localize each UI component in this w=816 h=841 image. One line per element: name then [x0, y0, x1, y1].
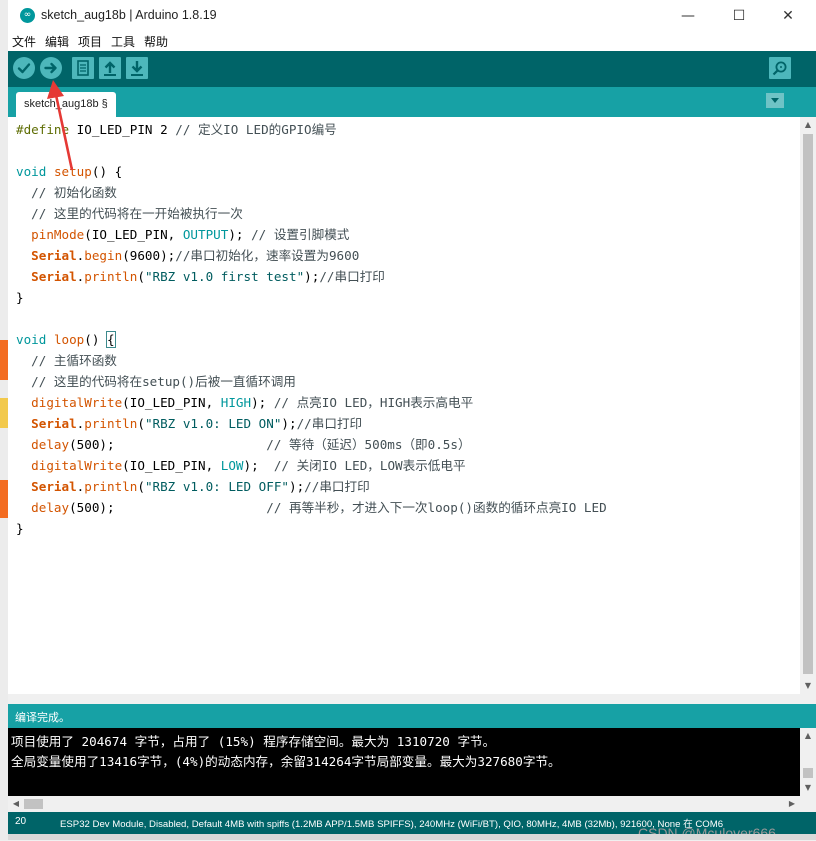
menu-sketch[interactable]: 项目	[78, 33, 102, 50]
editor-scrollbar[interactable]: ▲ ▼	[800, 117, 816, 694]
close-button[interactable]: ✕	[765, 3, 811, 29]
maximize-button[interactable]: ☐	[716, 3, 762, 29]
panel-divider[interactable]	[8, 694, 816, 704]
console-line-1: 项目使用了 204674 字节，占用了 (15%) 程序存储空间。最大为 131…	[11, 734, 496, 749]
new-file-icon	[77, 60, 89, 76]
arduino-ide-window: ∞ sketch_aug18b | Arduino 1.8.19 — ☐ ✕ 文…	[8, 0, 816, 841]
code-line-4: // 初始化函数	[16, 185, 117, 200]
verify-button[interactable]	[13, 57, 35, 79]
tab-bar: sketch_aug18b §	[8, 87, 816, 117]
menu-bar: 文件 编辑 项目 工具 帮助	[8, 31, 816, 51]
menu-file[interactable]: 文件	[12, 33, 36, 50]
code-line-6: pinMode(IO_LED_PIN, OUTPUT); // 设置引脚模式	[31, 227, 350, 242]
code-line-14: digitalWrite(IO_LED_PIN, HIGH); // 点亮IO …	[31, 395, 474, 410]
menu-edit[interactable]: 编辑	[45, 33, 69, 50]
checkmark-icon	[17, 63, 31, 74]
menu-help[interactable]: 帮助	[144, 33, 168, 50]
scroll-right-icon[interactable]: ▶	[784, 796, 800, 812]
menu-tools[interactable]: 工具	[111, 33, 135, 50]
code-line-9: }	[16, 290, 24, 305]
magnifier-icon	[772, 61, 787, 76]
window-title: sketch_aug18b | Arduino 1.8.19	[41, 8, 217, 22]
new-sketch-button[interactable]	[72, 57, 94, 79]
code-line-19: delay(500); // 再等半秒，才进入下一次loop()函数的循环点亮I…	[31, 500, 607, 515]
console-scroll-up-icon[interactable]: ▲	[800, 728, 816, 744]
upload-button[interactable]	[40, 57, 62, 79]
arrow-up-icon	[104, 61, 116, 76]
scroll-down-icon[interactable]: ▼	[800, 678, 816, 694]
taskbar-strip	[8, 834, 816, 840]
code-line-17: digitalWrite(IO_LED_PIN, LOW); // 关闭IO L…	[31, 458, 466, 473]
arduino-logo-icon: ∞	[20, 8, 35, 23]
background-window-edge	[0, 0, 8, 840]
chevron-down-icon	[771, 98, 779, 103]
code-line-1: #define IO_LED_PIN 2 // 定义IO LED的GPIO编号	[16, 122, 337, 137]
horizontal-scroll-thumb[interactable]	[24, 799, 43, 809]
code-line-18: Serial.println("RBZ v1.0: LED OFF");//串口…	[31, 479, 370, 494]
scroll-up-icon[interactable]: ▲	[800, 117, 816, 133]
code-line-7: Serial.begin(9600);//串口初始化，速率设置为9600	[31, 248, 360, 263]
minimize-button[interactable]: —	[665, 3, 711, 29]
code-line-11: void loop() {	[16, 331, 116, 348]
editor-scroll-thumb[interactable]	[803, 134, 813, 674]
code-line-3: void setup() {	[16, 164, 123, 179]
open-button[interactable]	[99, 57, 121, 79]
code-editor[interactable]: #define IO_LED_PIN 2 // 定义IO LED的GPIO编号 …	[8, 117, 800, 694]
scroll-left-icon[interactable]: ◀	[8, 796, 24, 812]
status-bar: 编译完成。	[8, 704, 816, 728]
line-number: 20	[15, 816, 27, 827]
tab-sketch[interactable]: sketch_aug18b §	[16, 92, 116, 117]
code-line-8: Serial.println("RBZ v1.0 first test");//…	[31, 269, 385, 284]
console-scroll-thumb[interactable]	[803, 768, 813, 778]
toolbar	[8, 51, 816, 87]
console-horizontal-scrollbar[interactable]: ◀ ▶	[8, 796, 816, 812]
console-scroll-down-icon[interactable]: ▼	[800, 780, 816, 796]
code-line-20: }	[16, 521, 24, 536]
code-line-15: Serial.println("RBZ v1.0: LED ON");//串口打…	[31, 416, 363, 431]
code-line-13: // 这里的代码将在setup()后被一直循环调用	[16, 374, 296, 389]
title-bar: ∞ sketch_aug18b | Arduino 1.8.19 — ☐ ✕	[8, 0, 816, 31]
arrow-right-icon	[44, 62, 57, 74]
status-message: 编译完成。	[15, 711, 70, 724]
save-button[interactable]	[126, 57, 148, 79]
console-scrollbar[interactable]: ▲ ▼	[800, 728, 816, 796]
code-line-12: // 主循环函数	[16, 353, 117, 368]
board-info: ESP32 Dev Module, Disabled, Default 4MB …	[60, 819, 724, 830]
console-line-2: 全局变量使用了13416字节，(4%)的动态内存，余留314264字节局部变量。…	[11, 754, 561, 769]
tab-menu-button[interactable]	[766, 93, 784, 108]
arrow-down-icon	[131, 61, 143, 76]
code-line-16: delay(500); // 等待（延迟）500ms（即0.5s）	[31, 437, 471, 452]
console-output: 项目使用了 204674 字节，占用了 (15%) 程序存储空间。最大为 131…	[8, 728, 800, 796]
serial-monitor-button[interactable]	[769, 57, 791, 79]
code-line-5: // 这里的代码将在一开始被执行一次	[16, 206, 243, 221]
